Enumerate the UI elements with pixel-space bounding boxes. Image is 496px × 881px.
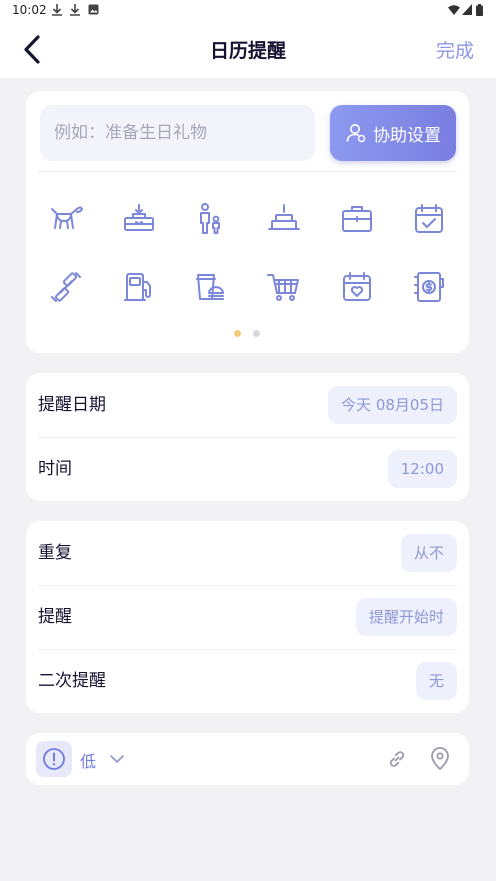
notebook-dollar-icon[interactable]	[409, 267, 449, 307]
signal-icon	[462, 4, 472, 15]
app-header: 日历提醒 完成	[0, 22, 496, 78]
repeat-card: 重复 从不 提醒 提醒开始时 二次提醒 无	[26, 521, 469, 713]
gift-box-icon[interactable]	[119, 199, 159, 239]
status-bar: 10:02	[0, 0, 496, 22]
repeat-label: 重复	[38, 543, 72, 563]
priority-bar: 低	[26, 733, 469, 785]
assist-setup-label: 协助设置	[373, 125, 441, 146]
date-time-card: 提醒日期 今天 08月05日 时间 12:00	[26, 373, 469, 501]
pager-dot[interactable]	[253, 330, 260, 337]
repeat-row[interactable]: 重复 从不	[38, 521, 457, 585]
coffee-burger-icon[interactable]	[190, 267, 230, 307]
assist-setup-button[interactable]: 协助设置	[330, 105, 456, 161]
status-time: 10:02	[12, 3, 47, 17]
second-alert-row[interactable]: 二次提醒 无	[38, 649, 457, 713]
calendar-heart-icon[interactable]	[337, 267, 377, 307]
page-title: 日历提醒	[209, 40, 286, 62]
priority-button[interactable]	[36, 741, 72, 777]
calendar-check-icon[interactable]	[409, 199, 449, 239]
reminder-date-label: 提醒日期	[38, 395, 106, 415]
pager-dot-active[interactable]	[234, 330, 241, 337]
reminder-date-value[interactable]: 今天 08月05日	[328, 386, 457, 424]
reminder-title-input[interactable]	[40, 105, 315, 161]
alert-row[interactable]: 提醒 提醒开始时	[38, 585, 457, 649]
birthday-cake-icon[interactable]	[264, 199, 304, 239]
done-button[interactable]: 完成	[436, 36, 474, 63]
note-card: 协助设置	[26, 91, 469, 353]
download-icon	[70, 4, 80, 16]
repeat-value[interactable]: 从不	[400, 534, 457, 572]
second-alert-label: 二次提醒	[38, 671, 106, 691]
second-alert-value[interactable]: 无	[415, 662, 457, 700]
divider	[38, 171, 457, 172]
fuel-pump-icon[interactable]	[119, 267, 159, 307]
wifi-icon	[448, 5, 460, 15]
link-icon[interactable]	[386, 748, 408, 770]
download-icon	[52, 4, 62, 16]
priority-level-label[interactable]: 低	[80, 748, 96, 772]
shopping-cart-icon[interactable]	[264, 267, 304, 307]
time-label: 时间	[38, 459, 72, 479]
parent-child-icon[interactable]	[190, 199, 230, 239]
chevron-down-icon[interactable]	[108, 750, 126, 768]
time-row[interactable]: 时间 12:00	[38, 437, 457, 501]
dog-icon[interactable]	[46, 199, 86, 239]
dumbbell-icon[interactable]	[46, 267, 86, 307]
alert-value[interactable]: 提醒开始时	[355, 598, 457, 636]
user-assist-icon	[346, 124, 366, 143]
location-pin-icon[interactable]	[429, 747, 451, 771]
battery-icon	[476, 4, 483, 16]
exclamation-circle-icon	[43, 748, 65, 770]
image-notification-icon	[88, 4, 99, 15]
briefcase-icon[interactable]	[337, 199, 377, 239]
reminder-date-row[interactable]: 提醒日期 今天 08月05日	[38, 373, 457, 437]
time-value[interactable]: 12:00	[387, 450, 457, 488]
alert-label: 提醒	[38, 607, 72, 627]
